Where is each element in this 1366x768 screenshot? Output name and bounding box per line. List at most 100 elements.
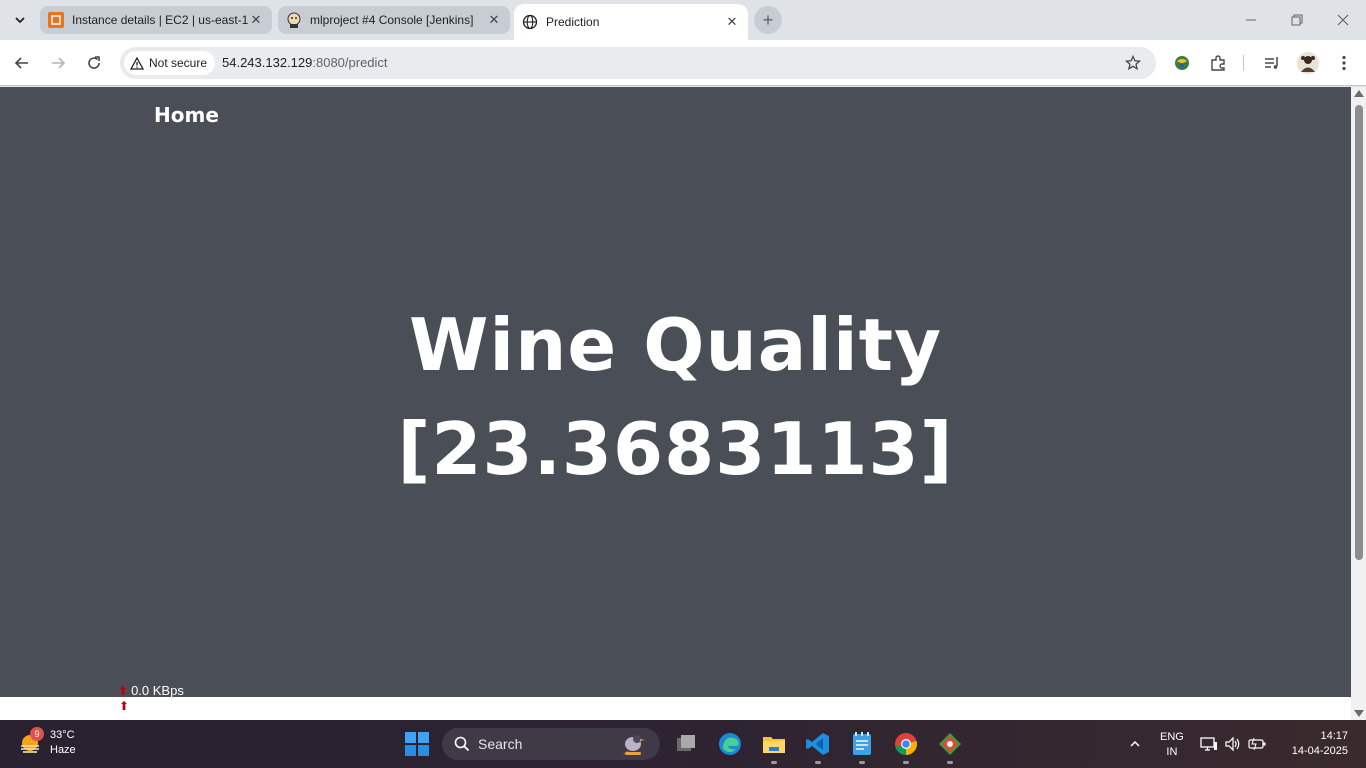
taskbar-search[interactable]: Search — [442, 728, 660, 760]
close-icon — [1337, 14, 1349, 26]
toolbar-separator — [1243, 55, 1244, 71]
minimize-icon — [1246, 19, 1256, 21]
tab-prediction[interactable]: Prediction ✕ — [514, 4, 748, 40]
running-indicator — [859, 761, 865, 764]
security-label: Not secure — [149, 56, 208, 70]
language-code: ENG — [1160, 731, 1184, 743]
running-indicator — [815, 761, 821, 764]
forward-button[interactable] — [44, 49, 72, 77]
avatar — [1297, 52, 1319, 74]
puzzle-icon — [1211, 55, 1225, 71]
taskbar-clock[interactable]: 14:17 14-04-2025 — [1280, 729, 1348, 759]
show-hidden-icons-button[interactable] — [1124, 720, 1146, 768]
close-icon[interactable]: ✕ — [486, 12, 502, 28]
windows-logo-icon — [405, 732, 429, 756]
heading-title: Wine Quality — [408, 303, 942, 387]
temperature: 33°C — [50, 729, 75, 741]
upload-arrow-icon: ⬆ — [118, 683, 129, 698]
edge-icon — [719, 733, 741, 755]
globe-extension-icon — [1175, 56, 1189, 70]
url-text[interactable]: 54.243.132.129:8080/predict — [222, 55, 388, 70]
warning-icon — [130, 56, 144, 70]
restore-button[interactable] — [1274, 0, 1320, 40]
restore-icon — [1291, 14, 1303, 26]
notepad-icon — [853, 732, 871, 755]
net-speed-overlay: ⬆ 0.0 KBps — [118, 683, 184, 698]
quick-settings-button[interactable] — [1200, 720, 1266, 768]
home-link[interactable]: Home — [154, 103, 219, 127]
arrow-right-icon — [52, 57, 66, 69]
weather-widget[interactable]: 9 33°C Haze — [18, 727, 76, 758]
chrome-icon — [895, 733, 917, 755]
address-bar[interactable]: Not secure 54.243.132.129:8080/predict — [120, 47, 1156, 79]
taskbar-chrome[interactable] — [890, 728, 922, 764]
more-vert-icon — [1342, 55, 1346, 71]
tab-title: mlproject #4 Console [Jenkins] — [310, 13, 474, 27]
arrow-left-icon — [14, 57, 28, 69]
taskbar-notepad[interactable] — [846, 728, 878, 764]
tab-title: Prediction — [546, 15, 600, 29]
url-path: :8080/predict — [312, 55, 388, 70]
extension-vpn-button[interactable] — [1171, 52, 1193, 74]
running-indicator — [947, 761, 953, 764]
page-scrollbar[interactable] — [1351, 87, 1366, 720]
tab-search-button[interactable] — [8, 8, 32, 32]
url-host: 54.243.132.129 — [222, 55, 313, 70]
chevron-down-icon — [15, 17, 25, 24]
volume-icon — [1225, 736, 1240, 752]
clock-date: 14-04-2025 — [1291, 745, 1348, 757]
prediction-page: Home Wine Quality [23.3683113] ⬆ 0.0 KBp… — [0, 87, 1351, 698]
battery-icon — [1248, 737, 1266, 751]
new-tab-button[interactable]: + — [754, 6, 782, 34]
jenkins-icon — [286, 12, 302, 28]
scroll-down-arrow-icon[interactable] — [1354, 710, 1364, 717]
playlist-icon — [1265, 57, 1278, 69]
extensions-button[interactable] — [1207, 52, 1229, 74]
taskbar-edge[interactable] — [714, 728, 746, 760]
site-info-button[interactable]: Not secure — [124, 51, 216, 75]
reload-icon — [88, 56, 100, 69]
upload-arrow-icon: ⬆ — [119, 699, 130, 713]
profile-button[interactable] — [1297, 52, 1319, 74]
net-speed-value: 0.0 KBps — [131, 683, 184, 698]
running-indicator — [771, 761, 777, 764]
media-control-button[interactable] — [1261, 52, 1283, 74]
page-viewport: Home Wine Quality [23.3683113] ⬆ 0.0 KBp… — [0, 87, 1351, 720]
bookmark-button[interactable] — [1124, 54, 1142, 72]
globe-icon — [522, 14, 538, 30]
start-button[interactable] — [403, 730, 431, 758]
taskbar-git-gui[interactable] — [934, 728, 966, 764]
input-language-indicator[interactable]: ENG IN — [1160, 730, 1184, 760]
region-code: IN — [1166, 746, 1178, 758]
network-icon — [1200, 737, 1217, 751]
clock-time: 14:17 — [1320, 730, 1348, 742]
search-label: Search — [478, 736, 523, 752]
browser-toolbar: Not secure 54.243.132.129:8080/predict — [0, 40, 1366, 86]
task-view-button[interactable] — [670, 728, 702, 760]
weather-condition: Haze — [50, 744, 76, 756]
close-window-button[interactable] — [1320, 0, 1366, 40]
back-button[interactable] — [8, 49, 36, 77]
taskbar-vscode[interactable] — [802, 728, 834, 764]
git-gui-icon — [939, 733, 961, 755]
prediction-value: [23.3683113] — [397, 407, 954, 491]
windows-taskbar: 9 33°C Haze Search ENG IN 14:17 14-04-20… — [0, 720, 1366, 768]
browser-menu-button[interactable] — [1333, 52, 1355, 74]
bird-search-highlight-icon — [618, 731, 648, 760]
tab-ec2-instance[interactable]: Instance details | EC2 | us-east-1 ✕ — [40, 6, 272, 34]
minimize-button[interactable] — [1228, 0, 1274, 40]
scroll-up-arrow-icon[interactable] — [1354, 90, 1364, 97]
vscode-icon — [806, 733, 829, 755]
close-icon[interactable]: ✕ — [248, 12, 264, 28]
plus-icon: + — [762, 9, 774, 30]
close-icon[interactable]: ✕ — [724, 14, 740, 30]
scroll-thumb[interactable] — [1355, 105, 1363, 560]
notification-badge: 9 — [30, 727, 44, 741]
star-icon — [1125, 55, 1141, 71]
reload-button[interactable] — [80, 49, 108, 77]
tab-jenkins-console[interactable]: mlproject #4 Console [Jenkins] ✕ — [278, 6, 510, 34]
task-view-icon — [677, 735, 695, 751]
prediction-heading: Wine Quality [23.3683113] — [0, 293, 1351, 501]
taskbar-file-explorer[interactable] — [758, 728, 790, 764]
search-icon — [454, 736, 470, 752]
